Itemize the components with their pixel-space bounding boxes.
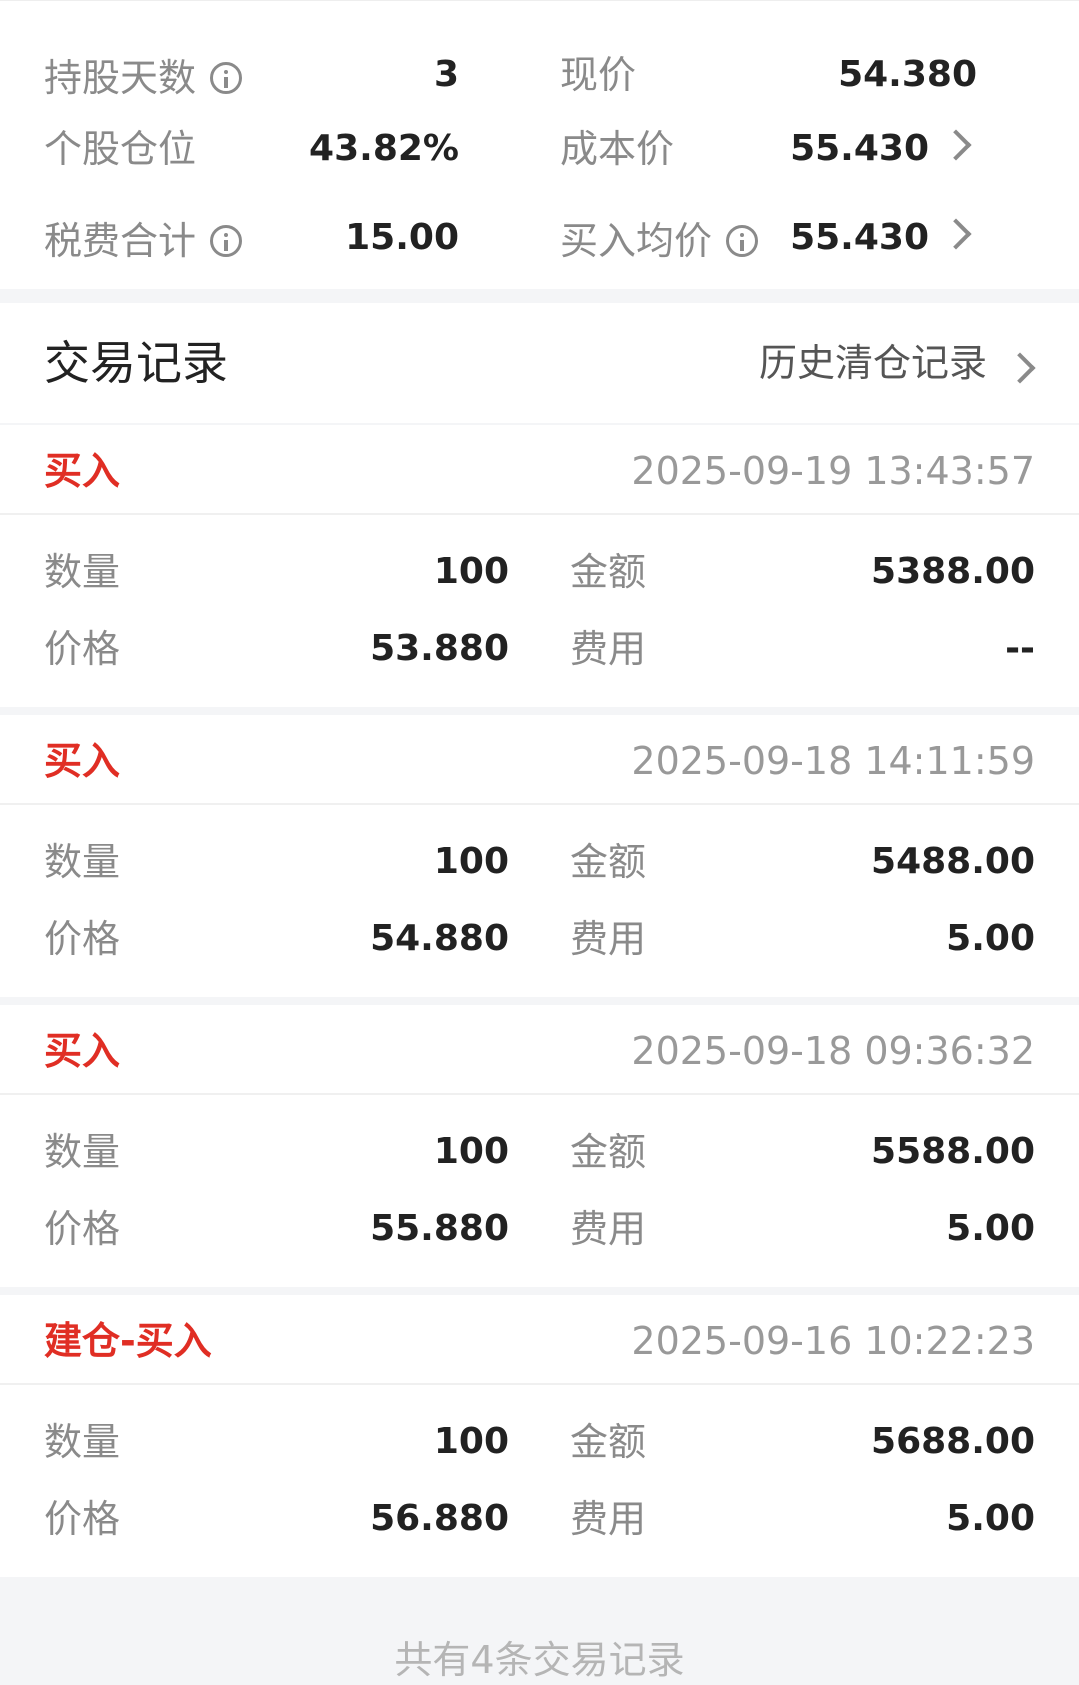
position-ratio-label: 个股仓位 xyxy=(44,127,197,171)
amount-label: 金额 xyxy=(570,1420,647,1464)
current-price-value: 54.380 xyxy=(838,54,977,95)
trade-row-quantity-amount: 数量 100 金额 5688.00 xyxy=(0,1412,1079,1472)
amount-value: 5688.00 xyxy=(871,1421,1035,1462)
fee-value: -- xyxy=(1005,628,1035,669)
trade-time: 2025-09-16 10:22:23 xyxy=(631,1319,1035,1363)
trade-row-price-fee: 价格 55.880 费用 5.00 xyxy=(0,1199,1079,1259)
price-label: 价格 xyxy=(44,917,121,961)
trade-row-quantity-amount: 数量 100 金额 5588.00 xyxy=(0,1122,1079,1182)
quantity-value: 100 xyxy=(433,1421,509,1462)
info-icon[interactable] xyxy=(210,61,243,94)
position-detail-page: 持股天数 3 现价 54.380 个股仓位 43.82% 成本价 55.430 … xyxy=(0,0,1079,1682)
fee-label: 费用 xyxy=(570,627,647,671)
current-price-label: 现价 xyxy=(560,53,637,97)
quantity-value: 100 xyxy=(433,1131,509,1172)
trade-record-card[interactable]: 买入 2025-09-18 09:36:32 数量 100 金额 5588.00… xyxy=(0,1005,1079,1287)
trade-record-header: 买入 2025-09-19 13:43:57 xyxy=(0,425,1079,515)
quantity-label: 数量 xyxy=(44,550,121,594)
price-label: 价格 xyxy=(44,1497,121,1541)
summary-row-2: 个股仓位 43.82% 成本价 55.430 xyxy=(0,119,1079,179)
trade-row-quantity-amount: 数量 100 金额 5388.00 xyxy=(0,542,1079,602)
holding-days-label[interactable]: 持股天数 xyxy=(44,45,243,105)
avg-buy-price-label[interactable]: 买入均价 xyxy=(560,208,759,268)
trade-record-header: 买入 2025-09-18 09:36:32 xyxy=(0,1005,1079,1095)
info-icon[interactable] xyxy=(210,224,243,257)
amount-label: 金额 xyxy=(570,840,647,884)
amount-value: 5388.00 xyxy=(871,551,1035,592)
price-value: 54.880 xyxy=(370,918,509,959)
amount-value: 5488.00 xyxy=(871,841,1035,882)
trade-time: 2025-09-18 09:36:32 xyxy=(631,1029,1035,1073)
quantity-label: 数量 xyxy=(44,1420,121,1464)
fee-value: 5.00 xyxy=(946,1208,1035,1249)
trade-record-card[interactable]: 建仓-买入 2025-09-16 10:22:23 数量 100 金额 5688… xyxy=(0,1295,1079,1577)
history-clearance-link[interactable]: 历史清仓记录 xyxy=(759,339,987,387)
trade-time: 2025-09-19 13:43:57 xyxy=(631,449,1035,493)
price-label: 价格 xyxy=(44,627,121,671)
avg-buy-price-label-text: 买入均价 xyxy=(560,218,713,263)
tax-fee-label-text: 税费合计 xyxy=(44,218,197,263)
quantity-value: 100 xyxy=(433,841,509,882)
trade-records-title: 交易记录 xyxy=(44,336,228,390)
amount-label: 金额 xyxy=(570,1130,647,1174)
amount-value: 5588.00 xyxy=(871,1131,1035,1172)
fee-value: 5.00 xyxy=(946,918,1035,959)
avg-buy-price-value[interactable]: 55.430 xyxy=(790,208,929,268)
chevron-right-icon[interactable] xyxy=(940,218,972,250)
cost-price-value[interactable]: 55.430 xyxy=(790,119,929,179)
trade-record-card[interactable]: 买入 2025-09-18 14:11:59 数量 100 金额 5488.00… xyxy=(0,715,1079,997)
position-summary: 持股天数 3 现价 54.380 个股仓位 43.82% 成本价 55.430 … xyxy=(0,0,1079,289)
holding-days-label-text: 持股天数 xyxy=(44,55,197,100)
position-ratio-value: 43.82% xyxy=(309,128,459,169)
price-value: 53.880 xyxy=(370,628,509,669)
chevron-right-icon[interactable] xyxy=(1004,352,1036,384)
tax-fee-value: 15.00 xyxy=(345,217,459,258)
fee-label: 费用 xyxy=(570,917,647,961)
trade-type: 买入 xyxy=(44,1029,121,1073)
trade-time: 2025-09-18 14:11:59 xyxy=(631,739,1035,783)
price-value: 55.880 xyxy=(370,1208,509,1249)
trade-count-footer: 共有4条交易记录 xyxy=(394,1638,685,1682)
cost-price-label[interactable]: 成本价 xyxy=(560,119,674,179)
trade-type: 买入 xyxy=(44,739,121,783)
quantity-label: 数量 xyxy=(44,1130,121,1174)
price-value: 56.880 xyxy=(370,1498,509,1539)
trade-record-card[interactable]: 买入 2025-09-19 13:43:57 数量 100 金额 5388.00… xyxy=(0,425,1079,707)
info-icon[interactable] xyxy=(726,224,759,257)
summary-row-3: 税费合计 15.00 买入均价 55.430 xyxy=(0,208,1079,268)
fee-value: 5.00 xyxy=(946,1498,1035,1539)
holding-days-value: 3 xyxy=(433,54,459,95)
tax-fee-label[interactable]: 税费合计 xyxy=(44,208,243,268)
quantity-label: 数量 xyxy=(44,840,121,884)
trade-row-price-fee: 价格 56.880 费用 5.00 xyxy=(0,1489,1079,1549)
fee-label: 费用 xyxy=(570,1497,647,1541)
trade-row-quantity-amount: 数量 100 金额 5488.00 xyxy=(0,832,1079,892)
fee-label: 费用 xyxy=(570,1207,647,1251)
trade-type: 买入 xyxy=(44,449,121,493)
summary-row-1: 持股天数 3 现价 54.380 xyxy=(0,45,1079,105)
trade-row-price-fee: 价格 54.880 费用 5.00 xyxy=(0,909,1079,969)
chevron-right-icon[interactable] xyxy=(940,129,972,161)
amount-label: 金额 xyxy=(570,550,647,594)
price-label: 价格 xyxy=(44,1207,121,1251)
trade-row-price-fee: 价格 53.880 费用 -- xyxy=(0,619,1079,679)
trade-record-header: 买入 2025-09-18 14:11:59 xyxy=(0,715,1079,805)
trade-records-header: 交易记录 历史清仓记录 xyxy=(0,303,1079,423)
quantity-value: 100 xyxy=(433,551,509,592)
trade-type: 建仓-买入 xyxy=(44,1319,212,1363)
trade-record-header: 建仓-买入 2025-09-16 10:22:23 xyxy=(0,1295,1079,1385)
